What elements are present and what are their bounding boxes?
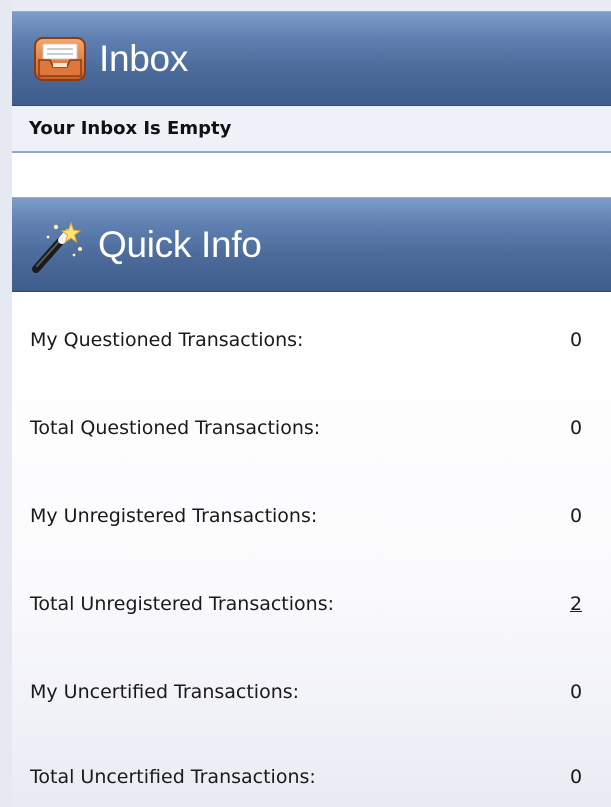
info-row-total-questioned: Total Questioned Transactions: 0 xyxy=(12,409,611,449)
info-value: 0 xyxy=(569,681,583,703)
info-label: Total Uncertified Transactions: xyxy=(30,766,316,788)
quick-info-panel: Quick Info xyxy=(12,197,611,292)
info-value: 0 xyxy=(569,329,583,351)
total-unregistered-link[interactable]: 2 xyxy=(564,593,588,615)
inbox-empty-message: Your Inbox Is Empty xyxy=(29,118,232,139)
inbox-status-row: Your Inbox Is Empty xyxy=(12,106,611,153)
info-row-my-questioned: My Questioned Transactions: 0 xyxy=(12,321,611,361)
quick-info-title: Quick Info xyxy=(98,223,262,265)
info-value: 0 xyxy=(569,766,583,788)
quick-info-header: Quick Info xyxy=(12,197,611,292)
info-value: 0 xyxy=(569,417,583,439)
info-value: 0 xyxy=(569,505,583,527)
info-label: My Uncertified Transactions: xyxy=(30,681,300,703)
info-row-total-unregistered: Total Unregistered Transactions: 2 xyxy=(12,585,611,625)
panel-spacer xyxy=(12,153,611,197)
inbox-panel: Inbox Your Inbox Is Empty xyxy=(12,11,611,153)
info-label: My Questioned Transactions: xyxy=(30,329,304,351)
info-label: Total Unregistered Transactions: xyxy=(30,593,334,615)
page-left-border xyxy=(0,0,12,807)
inbox-header: Inbox xyxy=(12,11,611,106)
info-row-my-uncertified: My Uncertified Transactions: 0 xyxy=(12,673,611,713)
inbox-tray-icon xyxy=(34,36,86,81)
info-row-total-uncertified: Total Uncertified Transactions: 0 xyxy=(12,758,611,798)
quick-info-list: My Questioned Transactions: 0 Total Ques… xyxy=(12,292,611,807)
info-label: My Unregistered Transactions: xyxy=(30,505,318,527)
info-label: Total Questioned Transactions: xyxy=(30,417,321,439)
magic-wand-icon xyxy=(32,221,82,273)
info-row-my-unregistered: My Unregistered Transactions: 0 xyxy=(12,497,611,537)
inbox-title: Inbox xyxy=(99,37,189,79)
